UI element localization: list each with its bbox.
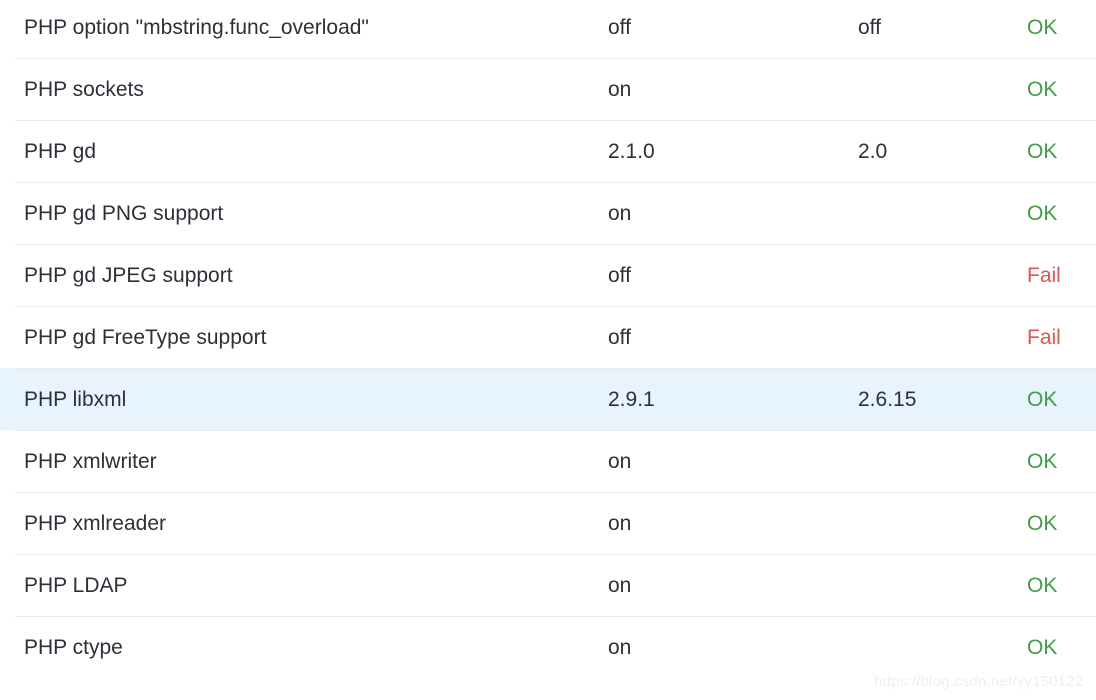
status-badge: OK [1027,511,1058,535]
status-badge: OK [1027,201,1058,225]
requirement-name: PHP LDAP [24,573,128,597]
table-row[interactable]: PHP LDAP on OK [0,554,1096,616]
table-row[interactable]: PHP sockets on OK [0,58,1096,120]
table-row[interactable]: PHP gd PNG support on OK [0,182,1096,244]
requirement-current-value: 2.1.0 [608,139,655,163]
status-badge: OK [1027,635,1058,659]
requirement-name: PHP xmlwriter [24,449,157,473]
status-badge: OK [1027,15,1058,39]
status-badge: OK [1027,77,1058,101]
requirement-name: PHP gd FreeType support [24,325,267,349]
table-row[interactable]: PHP xmlreader on OK [0,492,1096,554]
requirement-current-value: off [608,263,631,287]
table-row[interactable]: PHP libxml 2.9.1 2.6.15 OK [0,368,1096,430]
table-row[interactable]: PHP ctype on OK [0,616,1096,678]
requirement-current-value: on [608,449,632,473]
status-badge: OK [1027,449,1058,473]
table-row[interactable]: PHP gd 2.1.0 2.0 OK [0,120,1096,182]
table-row[interactable]: PHP xmlwriter on OK [0,430,1096,492]
requirement-required-value: off [858,15,881,39]
requirement-current-value: on [608,635,632,659]
requirement-current-value: off [608,15,631,39]
requirement-required-value: 2.6.15 [858,387,917,411]
table-row[interactable]: PHP gd JPEG support off Fail [0,244,1096,306]
requirement-name: PHP ctype [24,635,123,659]
status-badge: OK [1027,387,1058,411]
requirement-name: PHP option "mbstring.func_overload" [24,15,369,39]
requirement-current-value: on [608,573,632,597]
requirement-name: PHP sockets [24,77,144,101]
watermark-url: https://blog.csdn.net/yy150122 [874,673,1084,690]
table-row[interactable]: PHP gd FreeType support off Fail [0,306,1096,368]
status-badge: Fail [1027,263,1061,287]
requirement-name: PHP xmlreader [24,511,166,535]
requirement-current-value: on [608,77,632,101]
requirement-name: PHP gd PNG support [24,201,224,225]
requirement-current-value: off [608,325,631,349]
status-badge: Fail [1027,325,1061,349]
requirement-name: PHP gd [24,139,96,163]
status-badge: OK [1027,573,1058,597]
requirement-required-value: 2.0 [858,139,888,163]
requirement-current-value: 2.9.1 [608,387,655,411]
requirement-name: PHP libxml [24,387,127,411]
requirement-current-value: on [608,511,632,535]
table-row[interactable]: PHP option "mbstring.func_overload" off of… [0,0,1096,58]
requirements-table: PHP option "mbstring.func_overload" off of… [0,0,1096,696]
requirement-current-value: on [608,201,632,225]
requirement-name: PHP gd JPEG support [24,263,233,287]
status-badge: OK [1027,139,1058,163]
